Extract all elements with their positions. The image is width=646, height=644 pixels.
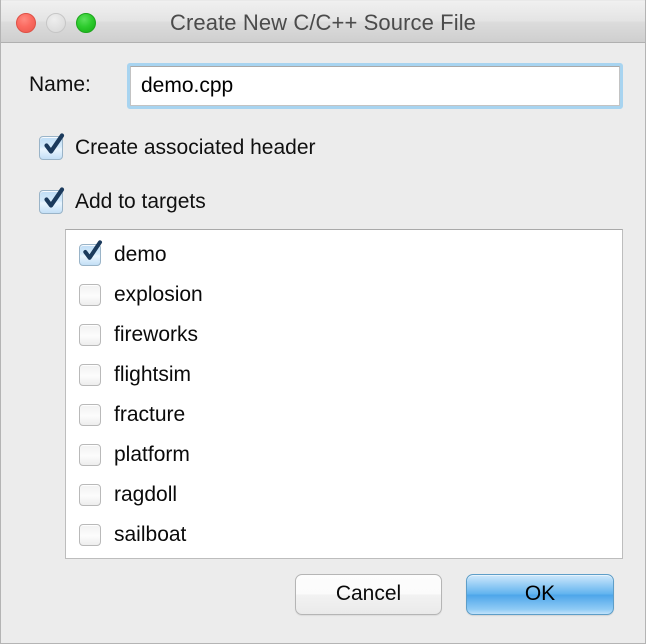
target-checkbox-demo[interactable] — [79, 240, 102, 266]
checkmark-icon — [82, 240, 103, 263]
cancel-button[interactable]: Cancel — [295, 574, 442, 615]
target-checkbox-sailboat[interactable] — [79, 524, 101, 546]
list-item-label: explosion — [114, 283, 203, 306]
list-item[interactable]: fracture — [66, 395, 622, 435]
target-checkbox-fireworks[interactable] — [79, 324, 101, 346]
list-item-label: fracture — [114, 403, 186, 426]
add-to-targets-label: Add to targets — [75, 190, 206, 213]
name-field-row: Name: — [1, 63, 645, 109]
targets-listbox[interactable]: demo explosion fireworks flightsim fract… — [65, 229, 623, 559]
list-item[interactable]: sailboat — [66, 515, 622, 555]
create-source-file-dialog: Create New C/C++ Source File Name: Creat… — [0, 0, 646, 644]
list-item[interactable]: demo — [66, 235, 622, 275]
checkmark-icon — [43, 187, 65, 211]
list-item-label: flightsim — [114, 363, 192, 386]
checkmark-icon — [43, 133, 65, 157]
list-item-label: demo — [114, 243, 167, 266]
list-item[interactable]: ragdoll — [66, 475, 622, 515]
target-checkbox-flightsim[interactable] — [79, 364, 101, 386]
list-item-label: sailboat — [114, 523, 187, 546]
name-input-focus-ring — [127, 63, 623, 109]
target-checkbox-explosion[interactable] — [79, 284, 101, 306]
name-label: Name: — [29, 73, 91, 96]
list-item-label: ragdoll — [114, 483, 178, 506]
create-associated-header-label: Create associated header — [75, 136, 316, 159]
target-checkbox-ragdoll[interactable] — [79, 484, 101, 506]
list-item[interactable]: fireworks — [66, 315, 622, 355]
list-item[interactable]: explosion — [66, 275, 622, 315]
target-checkbox-platform[interactable] — [79, 444, 101, 466]
window-title: Create New C/C++ Source File — [169, 10, 477, 35]
list-item[interactable]: flightsim — [66, 355, 622, 395]
target-checkbox-fracture[interactable] — [79, 404, 101, 426]
dialog-button-bar: Cancel OK — [1, 574, 645, 616]
list-item-label: fireworks — [114, 323, 199, 346]
name-input[interactable] — [130, 66, 620, 106]
create-associated-header-row[interactable]: Create associated header — [39, 133, 316, 160]
add-to-targets-checkbox[interactable] — [39, 187, 65, 214]
window-titlebar: Create New C/C++ Source File — [1, 0, 645, 43]
create-associated-header-checkbox[interactable] — [39, 133, 65, 160]
list-item[interactable]: platform — [66, 435, 622, 475]
list-item-label: platform — [114, 443, 190, 466]
ok-button[interactable]: OK — [466, 574, 614, 615]
add-to-targets-row[interactable]: Add to targets — [39, 187, 206, 214]
